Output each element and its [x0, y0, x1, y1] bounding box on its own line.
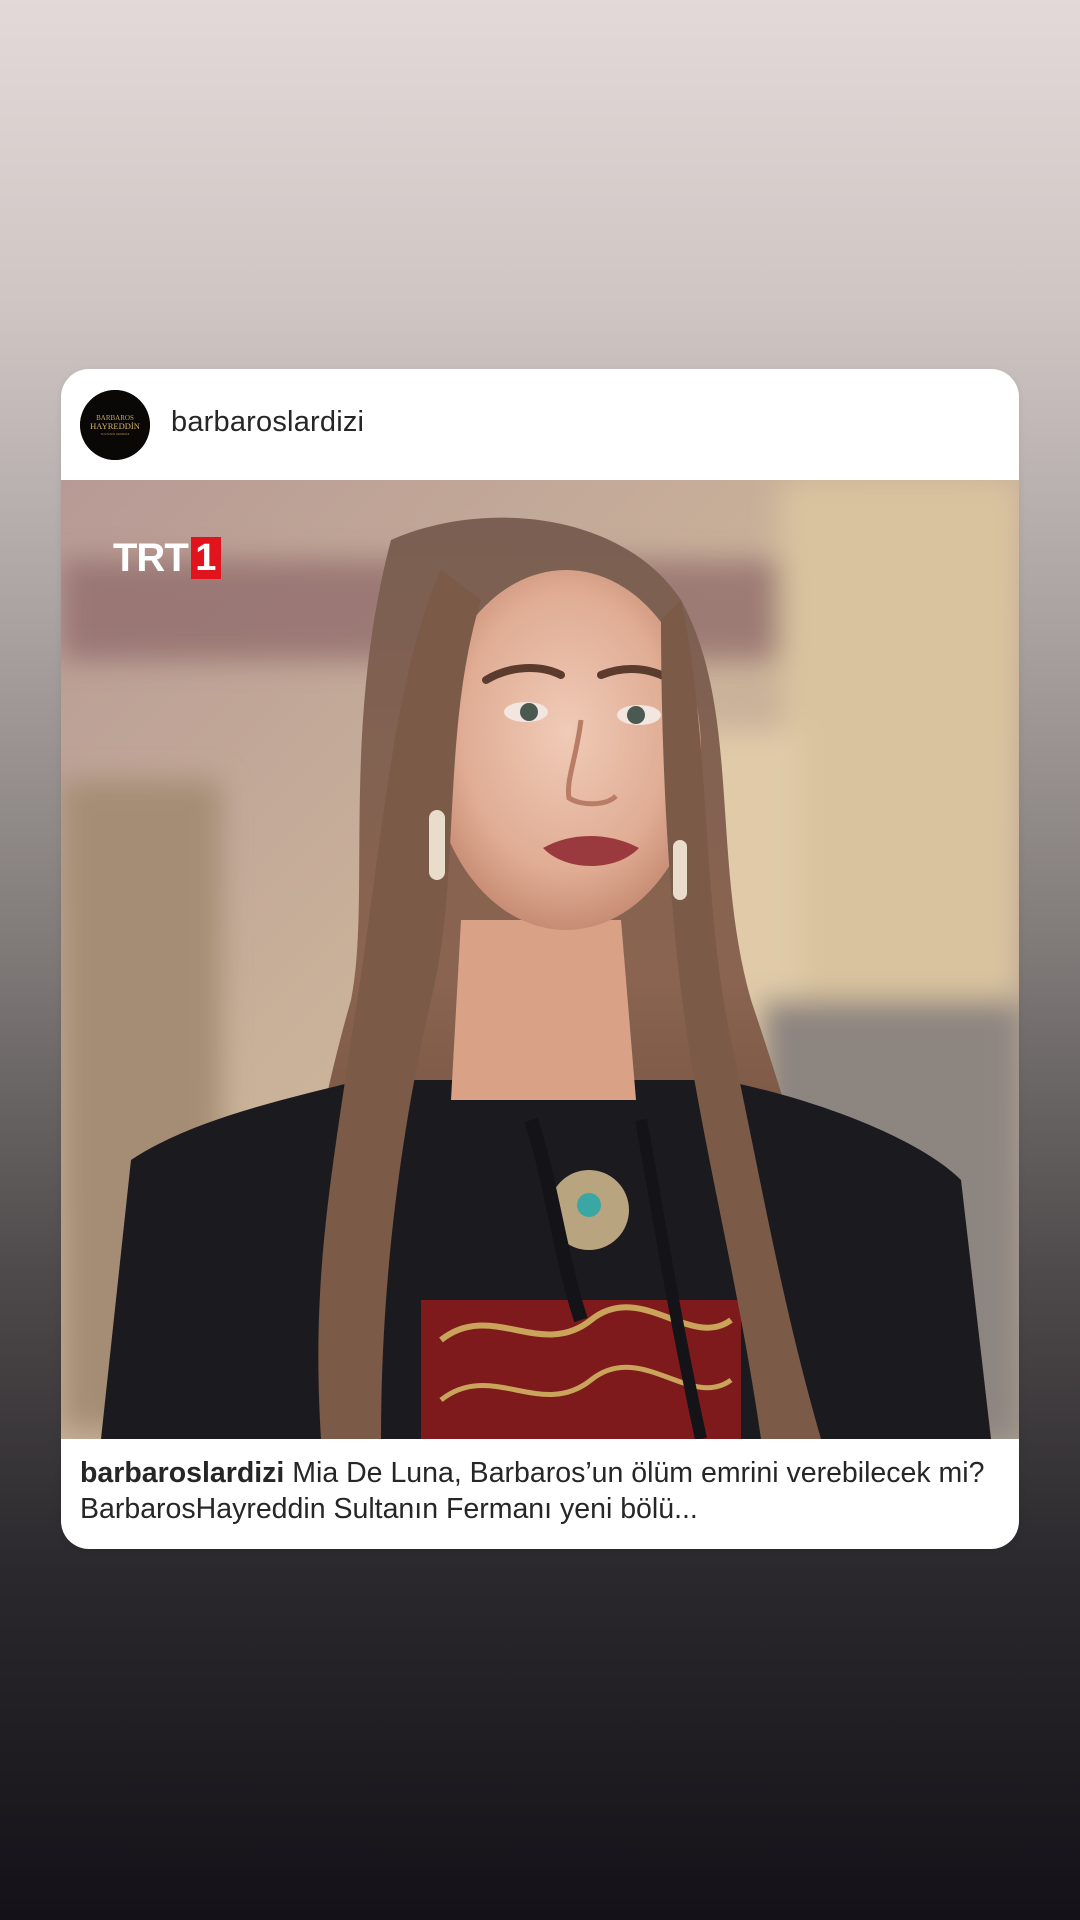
portrait-photo: [61, 480, 1019, 1439]
post-header: BARBAROS HAYREDDİN SULTANIN FERMANI barb…: [61, 369, 1019, 480]
caption-username[interactable]: barbaroslardizi: [80, 1457, 284, 1489]
show-logo-icon: BARBAROS HAYREDDİN SULTANIN FERMANI: [80, 390, 150, 460]
post-photo[interactable]: TRT 1: [61, 480, 1019, 1439]
shared-post-card[interactable]: BARBAROS HAYREDDİN SULTANIN FERMANI barb…: [61, 369, 1019, 1549]
trt-text: TRT: [113, 536, 189, 580]
trt-number-badge: 1: [190, 537, 221, 579]
trt1-watermark: TRT 1: [113, 537, 221, 579]
avatar-logo-line-3: SULTANIN FERMANI: [101, 432, 130, 436]
avatar-logo-line-2: HAYREDDİN: [90, 421, 140, 431]
post-username[interactable]: barbaroslardizi: [171, 406, 364, 439]
avatar[interactable]: BARBAROS HAYREDDİN SULTANIN FERMANI: [80, 390, 150, 460]
post-caption: barbaroslardizi Mia De Luna, Barbaros’un…: [80, 1455, 1000, 1527]
